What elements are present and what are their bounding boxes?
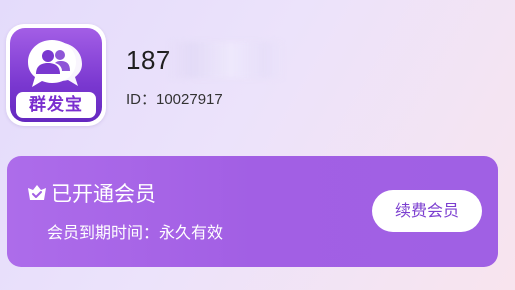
app-logo-badge: 群发宝 [10, 28, 102, 122]
membership-card: 已开通会员 会员到期时间：永久有效 续费会员 [7, 156, 498, 267]
crown-icon [28, 185, 46, 200]
app-logo: 群发宝 [6, 24, 106, 126]
user-id: ID：10027917 [126, 91, 223, 108]
membership-expiry: 会员到期时间：永久有效 [47, 223, 224, 242]
phone-redaction [170, 42, 282, 78]
renew-membership-button[interactable]: 续费会员 [372, 190, 482, 232]
user-phone: 187 [126, 45, 171, 75]
app-logo-label: 群发宝 [16, 92, 96, 118]
membership-status: 已开通会员 [51, 182, 156, 206]
chat-bubble-users-icon [28, 40, 82, 87]
